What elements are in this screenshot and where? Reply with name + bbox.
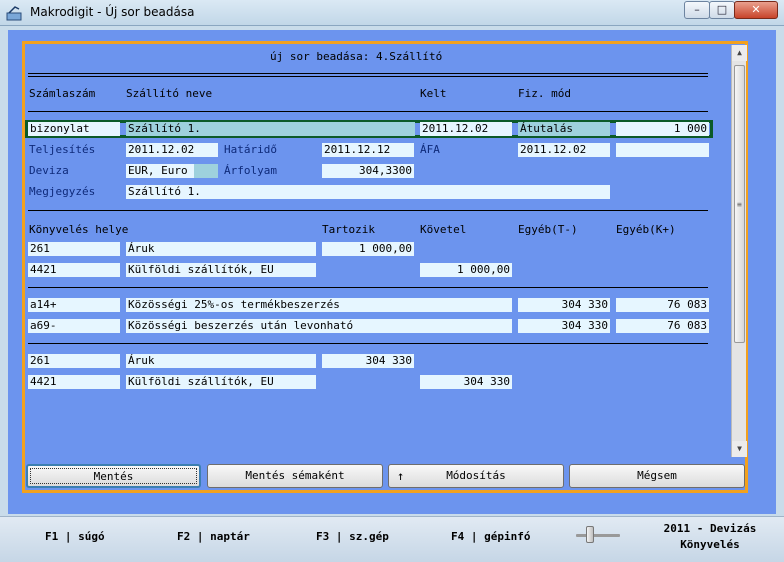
minimize-button[interactable]: – bbox=[684, 1, 710, 19]
divider bbox=[28, 111, 708, 112]
teljesites-label: Teljesítés bbox=[29, 143, 96, 156]
ft-name-field[interactable]: Áruk bbox=[126, 354, 316, 368]
divider bbox=[28, 287, 708, 288]
header-kelt: Kelt bbox=[420, 87, 447, 100]
modify-button[interactable]: ↑ Módosítás bbox=[388, 464, 564, 488]
deviza-field[interactable]: EUR, Euro bbox=[126, 164, 194, 178]
header-kovetel: Követel bbox=[420, 223, 467, 236]
extra-field[interactable] bbox=[616, 143, 709, 157]
maximize-button[interactable]: □ bbox=[709, 1, 735, 19]
kony-account-field[interactable]: 4421 bbox=[28, 263, 120, 277]
divider bbox=[28, 343, 708, 344]
teljesites-field[interactable]: 2011.12.02 bbox=[126, 143, 218, 157]
deviza-dropdown[interactable] bbox=[194, 164, 218, 178]
afa-k-field[interactable]: 76 083 bbox=[616, 319, 709, 333]
divider bbox=[28, 210, 708, 211]
afa-code-field[interactable]: a14+ bbox=[28, 298, 120, 312]
save-as-schema-button[interactable]: Mentés sémaként bbox=[207, 464, 383, 488]
f4-machine-info[interactable]: F4 | gépinfó bbox=[451, 530, 530, 543]
kony-name-field[interactable]: Külföldi szállítók, EU bbox=[126, 263, 316, 277]
afa-desc-field[interactable]: Közösségi 25%-os termékbeszerzés bbox=[126, 298, 512, 312]
hatarido-field[interactable]: 2011.12.12 bbox=[322, 143, 414, 157]
megjegyzes-label: Megjegyzés bbox=[29, 185, 96, 198]
divider bbox=[28, 76, 708, 77]
scroll-thumb[interactable]: ≡ bbox=[734, 65, 745, 343]
kony-tartozik-field[interactable]: 1 000,00 bbox=[322, 242, 414, 256]
slider-handle[interactable] bbox=[586, 526, 594, 543]
hatarido-label: Határidő bbox=[224, 143, 277, 156]
title-bar: Makrodigit - Új sor beadása – □ ✕ bbox=[0, 0, 784, 26]
bizonylat-field[interactable]: bizonylat bbox=[28, 122, 120, 136]
f2-calendar[interactable]: F2 | naptár bbox=[177, 530, 250, 543]
afa-label: ÁFA bbox=[420, 143, 440, 156]
divider bbox=[28, 73, 708, 74]
arfolyam-label: Árfolyam bbox=[224, 164, 277, 177]
scroll-down-icon[interactable]: ▼ bbox=[732, 441, 747, 457]
modify-button-label: Módosítás bbox=[446, 469, 506, 482]
save-button[interactable]: Mentés bbox=[26, 464, 201, 488]
osszeg-field[interactable]: 1 000 bbox=[616, 122, 709, 136]
kelt-field[interactable]: 2011.12.02 bbox=[420, 122, 512, 136]
f3-calculator[interactable]: F3 | sz.gép bbox=[316, 530, 389, 543]
app-icon bbox=[6, 6, 22, 21]
arrow-up-icon: ↑ bbox=[397, 469, 405, 483]
ft-account-field[interactable]: 261 bbox=[28, 354, 120, 368]
brand-line1: 2011 - Devizás bbox=[663, 522, 757, 535]
header-szallito-neve: Szállító neve bbox=[126, 87, 213, 100]
afa-t-field[interactable]: 304 330 bbox=[518, 319, 610, 333]
kony-name-field[interactable]: Áruk bbox=[126, 242, 316, 256]
grip-icon: ≡ bbox=[737, 200, 742, 209]
vertical-scrollbar[interactable]: ▲ ≡ ▼ bbox=[731, 45, 747, 457]
header-egyeb-t: Egyéb(T-) bbox=[518, 223, 578, 236]
panel-title: új sor beadása: 4.Szállító bbox=[270, 50, 443, 63]
afa-k-field[interactable]: 76 083 bbox=[616, 298, 709, 312]
kony-kovetel-field[interactable]: 1 000,00 bbox=[420, 263, 512, 277]
close-button[interactable]: ✕ bbox=[734, 1, 778, 19]
deviza-label: Deviza bbox=[29, 164, 69, 177]
scroll-up-icon[interactable]: ▲ bbox=[732, 45, 747, 61]
brand-line2: Könyvelés bbox=[680, 538, 740, 551]
cancel-button[interactable]: Mégsem bbox=[569, 464, 745, 488]
afa-code-field[interactable]: a69- bbox=[28, 319, 120, 333]
header-szamlaszam: Számlaszám bbox=[29, 87, 96, 100]
afa-field[interactable]: 2011.12.02 bbox=[518, 143, 610, 157]
header-tartozik: Tartozik bbox=[322, 223, 375, 236]
ft-account-field[interactable]: 4421 bbox=[28, 375, 120, 389]
ft-tartozik-field[interactable]: 304 330 bbox=[322, 354, 414, 368]
arfolyam-field[interactable]: 304,3300 bbox=[322, 164, 414, 178]
afa-t-field[interactable]: 304 330 bbox=[518, 298, 610, 312]
afa-desc-field[interactable]: Közösségi beszerzés után levonható bbox=[126, 319, 512, 333]
ft-name-field[interactable]: Külföldi szállítók, EU bbox=[126, 375, 316, 389]
megjegyzes-field[interactable]: Szállító 1. bbox=[126, 185, 610, 199]
header-konyveles-helye: Könyvelés helye bbox=[29, 223, 129, 236]
szallito-field[interactable]: Szállító 1. bbox=[126, 122, 415, 136]
window-title: Makrodigit - Új sor beadása bbox=[30, 5, 195, 19]
ft-kovetel-field[interactable]: 304 330 bbox=[420, 375, 512, 389]
slider-track[interactable] bbox=[576, 534, 620, 537]
header-egyeb-k: Egyéb(K+) bbox=[616, 223, 676, 236]
kony-account-field[interactable]: 261 bbox=[28, 242, 120, 256]
fizmod-field[interactable]: Átutalás bbox=[518, 122, 610, 136]
f1-help[interactable]: F1 | súgó bbox=[45, 530, 105, 543]
product-brand: 2011 - Devizás Könyvelés bbox=[640, 521, 780, 553]
header-fiz-mod: Fiz. mód bbox=[518, 87, 571, 100]
